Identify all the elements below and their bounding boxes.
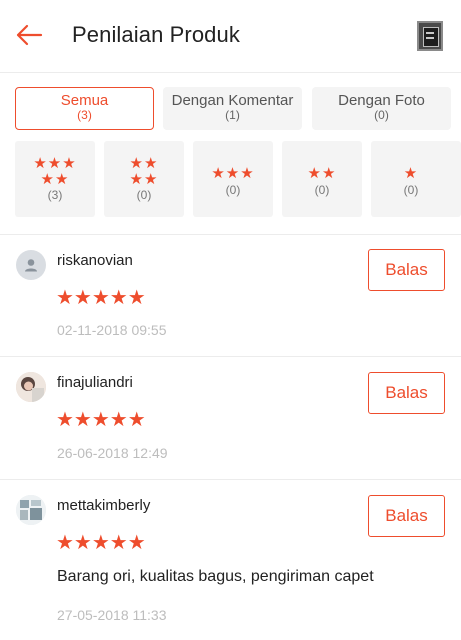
review-date: 02-11-2018 09:55 [57, 322, 167, 338]
filter-with-comment[interactable]: Dengan Komentar (1) [163, 87, 302, 130]
user-icon [16, 259, 46, 280]
review-item: finajuliandri ★★★★★ 26-06-2018 12:49 Bal… [0, 357, 461, 479]
review-stars: ★★★★★ [56, 409, 146, 431]
product-thumbnail[interactable] [417, 21, 443, 51]
star-icons: ★★ [129, 171, 159, 188]
reply-button[interactable]: Balas [368, 372, 445, 414]
star-filter-count: (0) [136, 188, 152, 202]
review-username: mettakimberly [57, 497, 151, 514]
star-filter-4[interactable]: ★★ ★★ (0) [104, 141, 184, 217]
filter-count: (0) [374, 108, 389, 122]
review-username: finajuliandri [57, 374, 133, 391]
app-header: Penilaian Produk [0, 0, 461, 73]
filter-label: Dengan Foto [338, 92, 425, 109]
product-image-detail [426, 32, 434, 34]
product-image-detail [426, 37, 434, 39]
back-button[interactable] [12, 20, 46, 54]
star-filter-count: (3) [47, 188, 63, 202]
avatar[interactable] [16, 495, 46, 525]
review-comment: Barang ori, kualitas bagus, pengiriman c… [57, 568, 374, 585]
reply-button[interactable]: Balas [368, 495, 445, 537]
avatar[interactable] [16, 372, 46, 402]
star-filter-count: (0) [225, 183, 241, 197]
star-icons: ★★ [40, 171, 70, 188]
avatar[interactable] [16, 250, 46, 280]
star-filter-2[interactable]: ★★ (0) [282, 141, 362, 217]
review-stars: ★★★★★ [56, 532, 146, 554]
filter-label: Semua [60, 92, 109, 109]
review-item: riskanovian ★★★★★ 02-11-2018 09:55 Balas [0, 235, 461, 356]
review-item: mettakimberly ★★★★★ Barang ori, kualitas… [0, 480, 461, 640]
star-filter-count: (0) [403, 183, 419, 197]
star-filter-5[interactable]: ★★★ ★★ (3) [15, 141, 95, 217]
star-icons: ★★★ [211, 165, 255, 182]
filter-count: (1) [225, 108, 240, 122]
filter-label: Dengan Komentar [171, 92, 294, 109]
filter-all[interactable]: Semua (3) [15, 87, 154, 130]
star-filter-1[interactable]: ★ (0) [371, 141, 461, 217]
page-title: Penilaian Produk [72, 22, 240, 47]
filter-count: (3) [77, 108, 92, 122]
review-date: 27-05-2018 11:33 [57, 607, 167, 623]
arrow-left-icon [15, 24, 43, 51]
star-icons: ★★ [129, 155, 159, 172]
star-icons: ★★★ [33, 155, 77, 172]
review-username: riskanovian [57, 252, 133, 269]
star-icons: ★★ [307, 165, 337, 182]
filter-with-photo[interactable]: Dengan Foto (0) [312, 87, 451, 130]
star-filter-count: (0) [314, 183, 330, 197]
star-icons: ★ [403, 165, 419, 182]
star-filter-3[interactable]: ★★★ (0) [193, 141, 273, 217]
reply-button[interactable]: Balas [368, 249, 445, 291]
review-stars: ★★★★★ [56, 287, 146, 309]
user-photo-icon [16, 495, 46, 525]
review-date: 26-06-2018 12:49 [57, 445, 168, 461]
user-photo-icon [16, 372, 46, 402]
